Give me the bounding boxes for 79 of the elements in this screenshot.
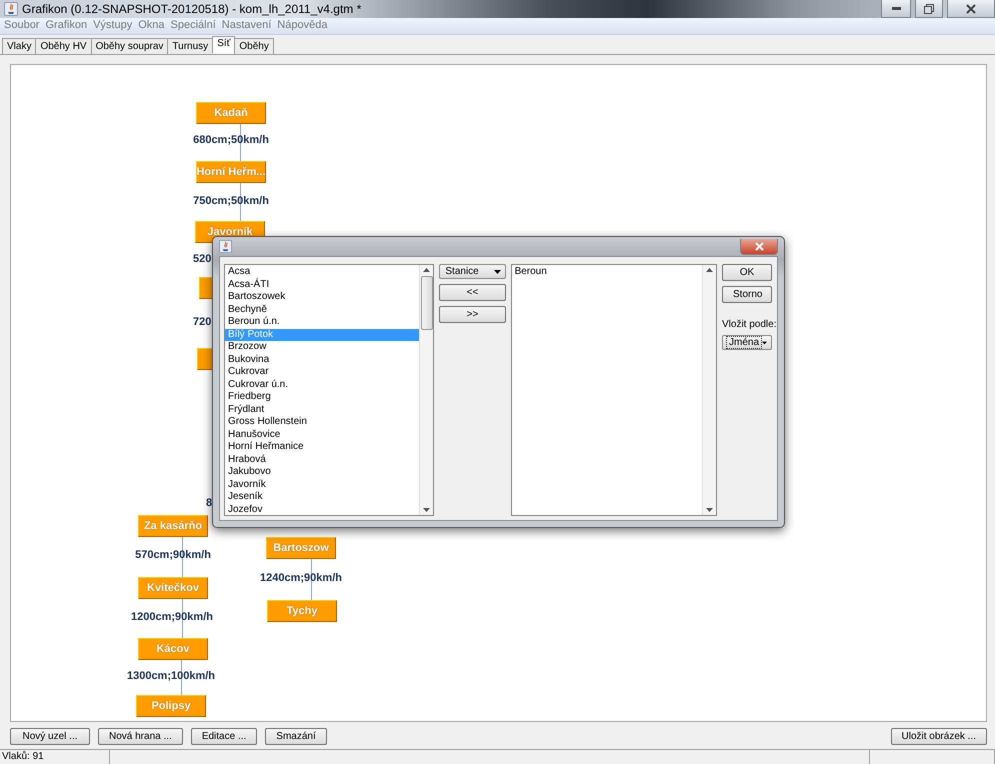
menu-item[interactable]: Soubor <box>4 19 40 33</box>
menu-item[interactable]: Nápověda <box>277 19 328 33</box>
edge-line <box>182 599 183 638</box>
edge-label: 1240cm;90km/h <box>260 572 342 584</box>
list-item[interactable]: Beroun <box>512 266 702 278</box>
scroll-thumb[interactable] <box>420 276 433 330</box>
edge-label: 570cm;90km/h <box>135 549 211 561</box>
list-item[interactable]: Acsa <box>225 266 420 278</box>
remove-button[interactable]: >> <box>439 306 506 323</box>
restore-icon <box>924 4 934 14</box>
ok-button[interactable]: OK <box>722 264 772 281</box>
scroll-down-icon[interactable] <box>423 508 430 512</box>
menu-item[interactable]: Výstupy <box>93 19 132 33</box>
menu-item[interactable]: Nastavení <box>222 19 272 33</box>
add-button[interactable]: << <box>439 284 506 301</box>
edge-label: 1200cm;90km/h <box>131 611 213 623</box>
scrollbar[interactable] <box>702 265 716 515</box>
tab[interactable]: Oběhy HV <box>35 38 92 54</box>
list-item[interactable]: Friedberg <box>225 391 420 404</box>
toolbar-button[interactable]: Nová hrana ... <box>98 728 183 745</box>
close-icon <box>754 242 764 250</box>
list-item[interactable]: Acsa-ÁTI <box>225 278 420 291</box>
edge-line <box>310 559 312 600</box>
caret-icon <box>494 270 501 274</box>
list-item[interactable]: Bechyně <box>225 304 420 316</box>
list-item[interactable]: Hanušovice <box>225 428 420 441</box>
scroll-up-icon[interactable] <box>706 268 713 272</box>
close-button[interactable] <box>947 0 995 18</box>
menu-item[interactable]: Okna <box>138 19 164 33</box>
edge-label: 680cm;50km/h <box>193 134 269 146</box>
edge-label: 8 <box>206 497 212 509</box>
toolbar-button[interactable]: Smazání <box>265 728 327 745</box>
insert-select[interactable]: Jména <box>722 335 772 350</box>
list-item[interactable]: Jakubovo <box>225 466 420 478</box>
edge-line <box>240 124 241 161</box>
app-icon <box>4 2 18 16</box>
edge-label: 520 <box>193 253 212 265</box>
list-item[interactable]: Hrabová <box>225 454 420 466</box>
cancel-button[interactable]: Storno <box>722 286 772 303</box>
caret-icon <box>762 340 767 344</box>
list-item[interactable]: Brzozow <box>225 341 420 354</box>
close-icon <box>966 4 976 14</box>
list-item[interactable]: Cukrovar ú.n. <box>225 378 420 391</box>
edge-label: 1300cm;100km/h <box>126 670 216 682</box>
list-item[interactable]: Jeseník <box>225 491 420 504</box>
tab[interactable]: Oběhy <box>234 38 274 54</box>
tab[interactable]: Síť <box>212 36 236 54</box>
minimize-button[interactable] <box>881 0 911 18</box>
scroll-down-icon[interactable] <box>706 508 713 512</box>
scroll-up-icon[interactable] <box>423 268 430 272</box>
type-select[interactable]: Stanice <box>439 264 506 279</box>
save-image-button[interactable]: Uložit obrázek ... <box>890 728 987 745</box>
list-item[interactable]: Beroun ú.n. <box>225 316 420 328</box>
list-item[interactable]: Frýdlant <box>225 404 420 416</box>
list-item[interactable]: Gross Hollenstein <box>225 416 420 428</box>
tab[interactable]: Vlaky <box>2 38 36 54</box>
status-text: Vlaků: 91 <box>0 750 110 764</box>
scrollbar[interactable] <box>419 265 434 515</box>
list-item[interactable]: Javorník <box>225 478 420 491</box>
list-item[interactable]: Jozefov <box>225 504 420 516</box>
edge-line <box>181 660 182 695</box>
edge-label: 720 <box>193 316 212 328</box>
app-icon <box>219 240 232 253</box>
toolbar-button[interactable]: Editace ... <box>190 728 258 745</box>
list-item[interactable]: Cukrovar <box>225 366 420 378</box>
menu-item[interactable]: Speciální <box>170 19 216 33</box>
maximize-button[interactable] <box>915 0 943 18</box>
close-button[interactable] <box>740 238 778 254</box>
list-item[interactable]: Horní Heřmanice <box>225 441 420 454</box>
tab[interactable]: Oběhy souprav <box>90 38 168 54</box>
list-item[interactable]: Bartoszowek <box>225 291 420 304</box>
window-title: Grafikon (0.12-SNAPSHOT-20120518) - kom_lh_2011_v4.gtm * <box>22 2 362 16</box>
tab[interactable]: Turnusy <box>167 38 214 54</box>
edge-label: 750cm;50km/h <box>193 195 269 207</box>
minimize-icon <box>892 7 900 10</box>
toolbar-button[interactable]: Nový uzel ... <box>10 728 90 745</box>
edge-line <box>182 537 183 577</box>
menu-item[interactable]: Grafikon <box>45 19 88 33</box>
list-item[interactable]: Bukovina <box>225 354 420 366</box>
